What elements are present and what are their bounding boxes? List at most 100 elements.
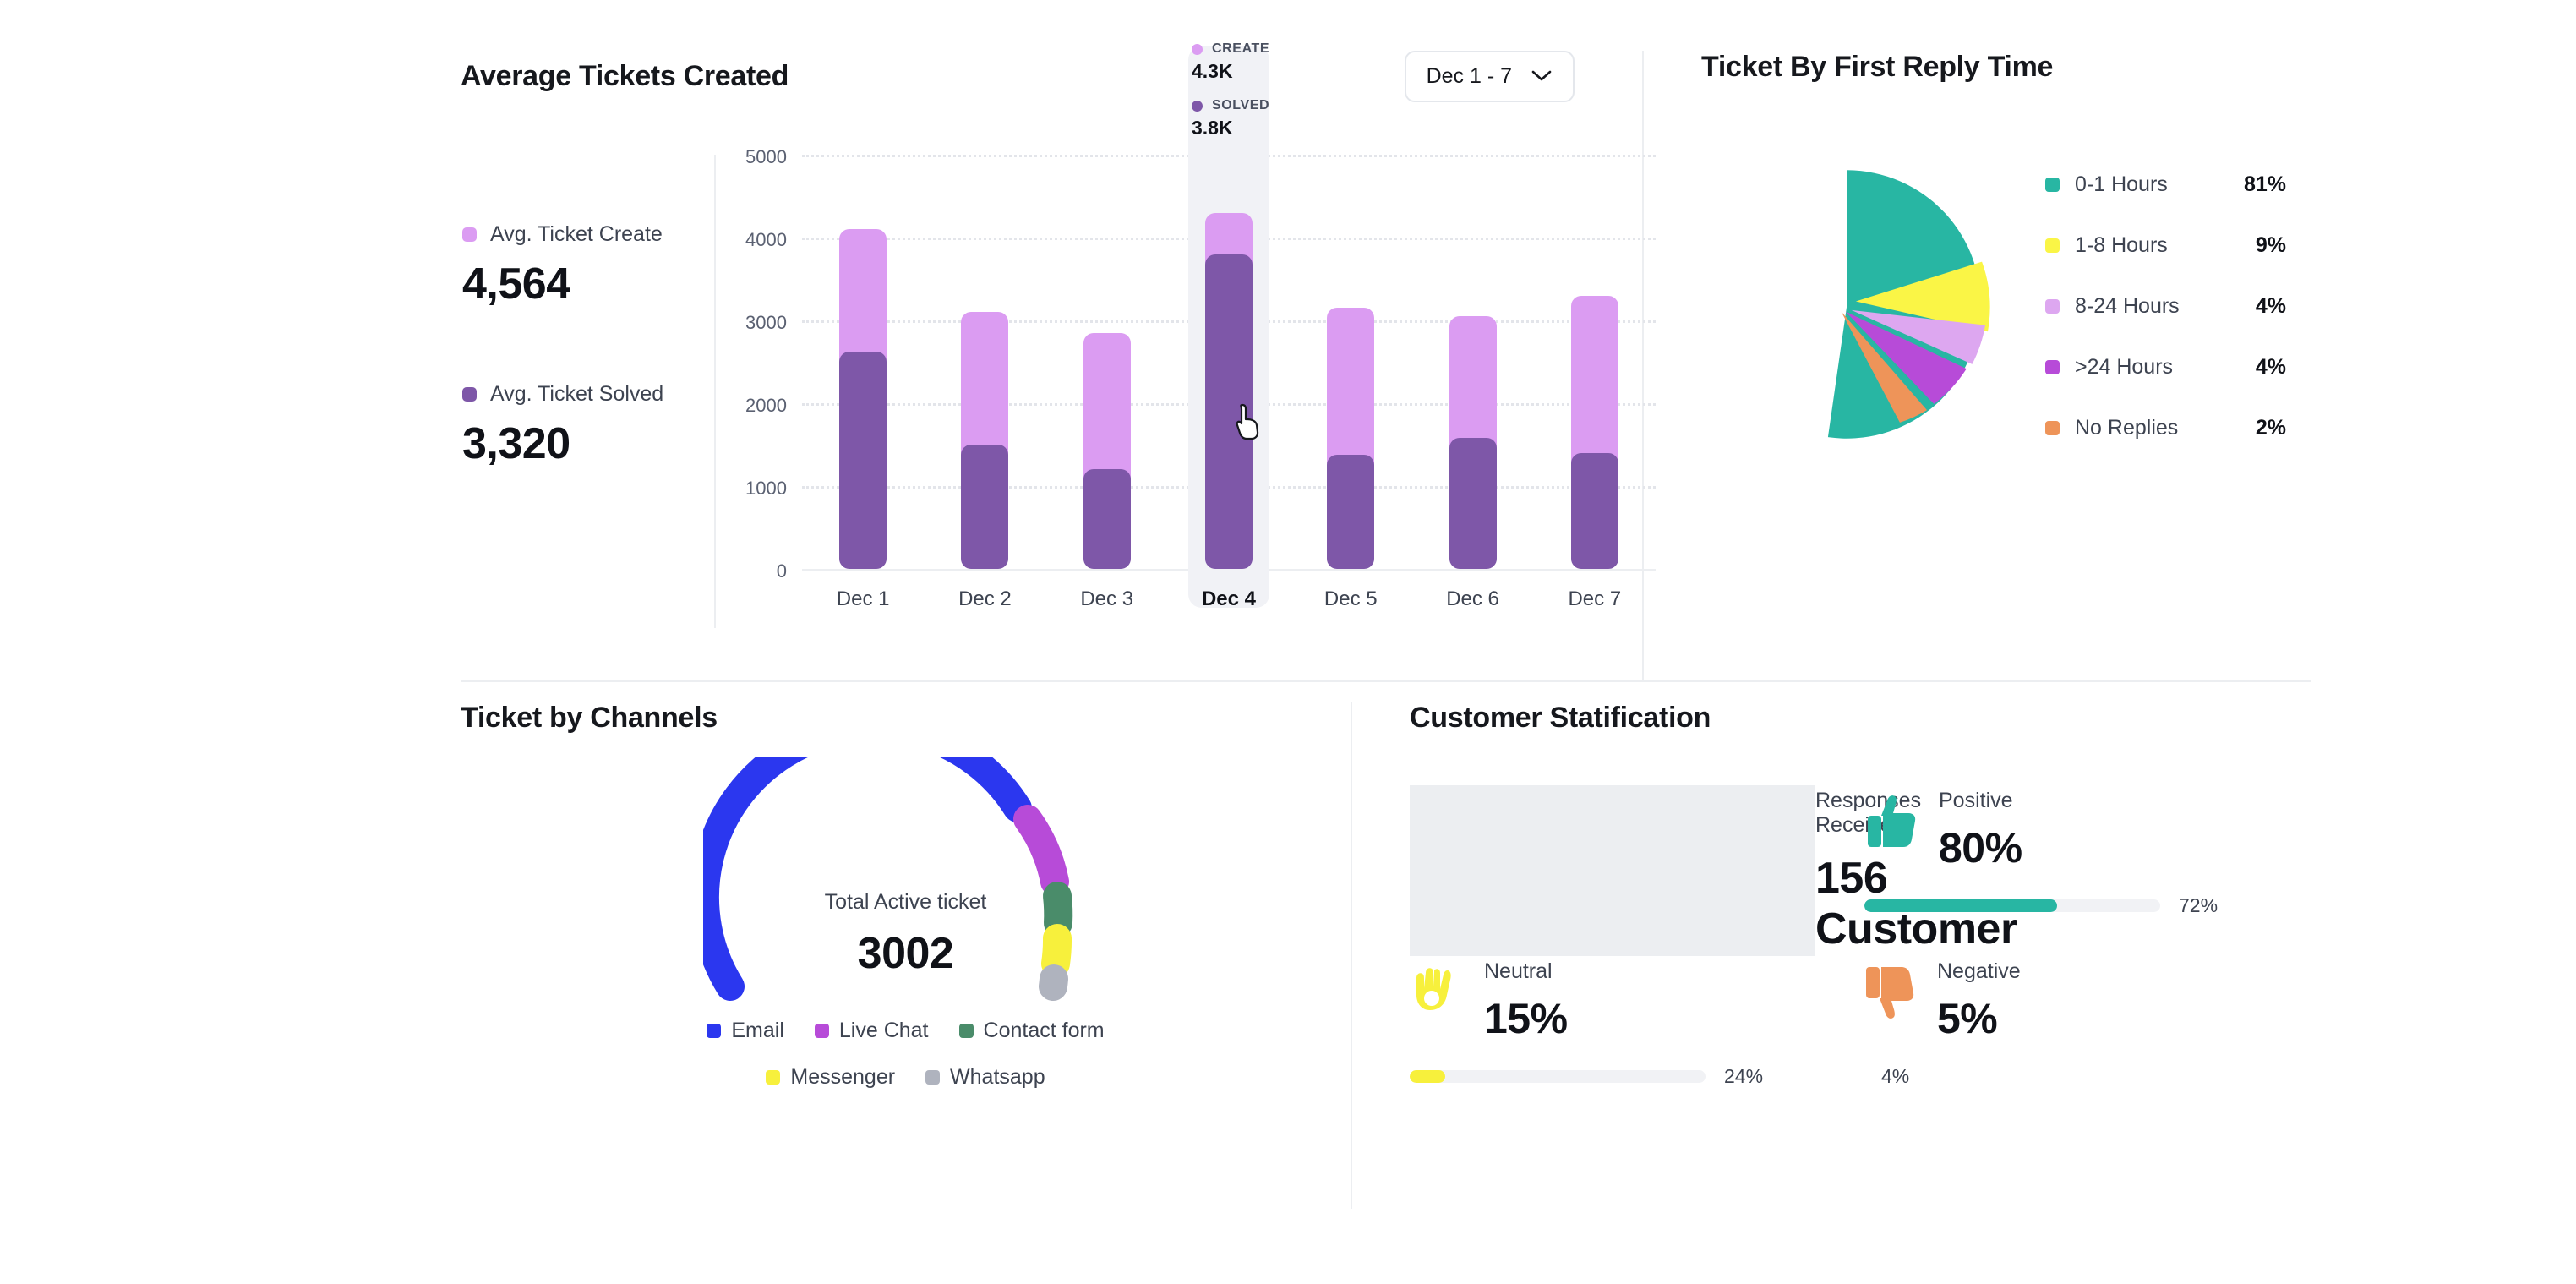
bar-solved-dec-3	[1083, 469, 1131, 569]
legend-row-1-8-hours[interactable]: 1-8 Hours 9%	[2045, 233, 2286, 258]
legend-item-solved: Avg. Ticket Solved 3,320	[462, 382, 714, 469]
bar-tooltip-dec-4: CREATE 4.3K SOLVED 3.8K	[1188, 38, 1269, 148]
legend-swatch-messenger-icon	[766, 1070, 781, 1085]
bar-solved-dec-1	[839, 351, 887, 569]
sentiment-fill-positive	[1864, 899, 2057, 912]
top-row: Average Tickets Created Dec 1 - 7 Avg. T…	[461, 41, 2311, 680]
legend-value-over-24-hours: 4%	[2255, 354, 2286, 379]
legend-item-create: Avg. Ticket Create 4,564	[462, 222, 714, 309]
legend-item-live-chat[interactable]: Live Chat	[814, 1019, 929, 1043]
legend-label-over-24-hours: >24 Hours	[2075, 354, 2174, 379]
satisfaction-vertical-divider	[1410, 785, 1815, 956]
bar-solved-dec-2	[961, 444, 1009, 569]
legend-value-no-replies: 2%	[2255, 415, 2286, 440]
xlabel-dec-1: Dec 1	[836, 587, 890, 610]
legend-row-0-1-hours[interactable]: 0-1 Hours 81%	[2045, 172, 2286, 197]
legend-item-messenger[interactable]: Messenger	[766, 1065, 895, 1090]
sentiment-track-positive	[1864, 899, 2160, 912]
gauge-segment-whatsapp[interactable]	[1038, 964, 1068, 1001]
tooltip-key-solved: SOLVED	[1211, 98, 1270, 112]
sentiment-track-neutral	[1410, 1070, 1706, 1083]
legend-label-0-1-hours: 0-1 Hours	[2075, 172, 2168, 196]
ytick-1000: 1000	[745, 478, 787, 499]
bar-column-dec-3[interactable]	[1046, 155, 1168, 569]
bar-create-dec-5	[1327, 308, 1375, 465]
legend-label-solved: Avg. Ticket Solved	[490, 382, 664, 406]
tickets-created-body: Avg. Ticket Create 4,564 Avg. Ticket Sol…	[461, 41, 1656, 628]
reply-time-title: Ticket By First Reply Time	[1701, 51, 2054, 83]
panel-ticket-by-first-reply-time: Ticket By First Reply Time 0-1 Hours 81%…	[1644, 51, 2311, 680]
legend-row-8-24-hours[interactable]: 8-24 Hours 4%	[2045, 294, 2286, 319]
sentiment-positive-block: Positive 80% 72%	[1817, 785, 2263, 954]
tooltip-value-solved: 3.8K	[1191, 117, 1233, 139]
legend-label-1-8-hours: 1-8 Hours	[2075, 232, 2168, 257]
bar-column-dec-2[interactable]	[924, 155, 1045, 569]
legend-label-create: Avg. Ticket Create	[490, 222, 663, 246]
satisfaction-grid: Responses Received 156 Customer Positive…	[1410, 785, 2263, 1088]
ytick-4000: 4000	[745, 229, 787, 250]
sentiment-percent-neutral: 15%	[1484, 995, 1568, 1042]
tickets-created-header: Average Tickets Created Dec 1 - 7	[461, 51, 1642, 102]
panel-ticket-by-channels: Ticket by Channels Total Active ticket 3…	[461, 702, 1352, 1209]
legend-row-over-24-hours[interactable]: >24 Hours 4%	[2045, 355, 2286, 380]
legend-swatch-no-replies-icon	[2045, 420, 2060, 435]
legend-swatch-8-24-hours-icon	[2045, 298, 2060, 314]
bar-columns: CREATE 4.3K SOLVED 3.8K	[802, 41, 1656, 569]
gauge-total-value: 3002	[857, 929, 954, 978]
reply-time-body: 0-1 Hours 81% 1-8 Hours 9% 8-24 Hours 4%	[1701, 156, 2311, 452]
satisfaction-title: Customer Statification	[1410, 702, 1711, 734]
sentiment-label-negative: Negative	[1937, 959, 2021, 983]
ytick-5000: 5000	[745, 146, 787, 167]
channels-legend-row-2: Messenger Whatsapp	[461, 1065, 1351, 1090]
sentiment-negative-block: Negative 5% 4%	[1815, 956, 2021, 1088]
sentiment-label-neutral: Neutral	[1484, 959, 1553, 983]
xlabel-dec-2: Dec 2	[958, 587, 1012, 610]
tickets-created-legend: Avg. Ticket Create 4,564 Avg. Ticket Sol…	[461, 155, 714, 628]
bar-column-dec-5[interactable]	[1290, 155, 1411, 569]
legend-swatch-0-1-hours-icon	[2045, 177, 2060, 192]
legend-item-contact-form[interactable]: Contact form	[958, 1019, 1105, 1043]
panel-average-tickets-created: Average Tickets Created Dec 1 - 7 Avg. T…	[461, 41, 1656, 680]
legend-row-no-replies[interactable]: No Replies 2%	[2045, 416, 2286, 440]
bar-column-dec-6[interactable]	[1411, 155, 1533, 569]
sentiment-neutral-block: Neutral 15% 24%	[1410, 956, 1815, 1088]
bar-chart-plot-area: 5000 4000 3000 2000 1000 0 CREATE 4.3K S…	[745, 41, 1656, 610]
tooltip-key-create: CREATE	[1211, 41, 1270, 56]
channels-title: Ticket by Channels	[461, 702, 718, 734]
legend-swatch-email-icon	[707, 1024, 722, 1038]
legend-label-live-chat: Live Chat	[838, 1019, 929, 1042]
gauge-center-labels: Total Active ticket 3002	[703, 890, 1109, 979]
ok-hand-icon	[1410, 961, 1467, 1024]
legend-value-solved: 3,320	[462, 419, 570, 468]
reply-time-pie-chart	[1701, 156, 1993, 452]
tooltip-swatch-solved-icon	[1191, 100, 1203, 112]
bar-column-dec-1[interactable]	[802, 155, 924, 569]
xlabel-dec-3: Dec 3	[1080, 587, 1134, 610]
tickets-created-title: Average Tickets Created	[461, 60, 789, 92]
tooltip-value-create: 4.3K	[1191, 60, 1233, 82]
gauge-segment-live-chat[interactable]	[1012, 805, 1069, 896]
tooltip-swatch-create-icon	[1191, 43, 1203, 55]
legend-value-8-24-hours: 4%	[2255, 293, 2286, 318]
xlabel-dec-4: Dec 4	[1201, 587, 1256, 610]
bar-create-dec-2	[961, 312, 1009, 455]
legend-label-email: Email	[731, 1019, 784, 1042]
channels-legend-row-1: Email Live Chat Contact form	[461, 1019, 1351, 1043]
legend-value-create: 4,564	[462, 260, 570, 309]
legend-item-email[interactable]: Email	[707, 1019, 784, 1043]
sentiment-fill-neutral	[1410, 1070, 1445, 1083]
bar-solved-dec-5	[1327, 454, 1375, 569]
xlabel-dec-7: Dec 7	[1568, 587, 1622, 610]
bottom-row: Ticket by Channels Total Active ticket 3…	[461, 702, 2311, 1209]
sentiment-bar-row-positive: 72%	[1864, 894, 2263, 917]
date-range-dropdown[interactable]: Dec 1 - 7	[1404, 51, 1575, 102]
bar-column-dec-7[interactable]	[1534, 155, 1656, 569]
legend-swatch-contact-form-icon	[958, 1024, 974, 1038]
channels-legend: Email Live Chat Contact form Messenger W…	[461, 1019, 1351, 1090]
bar-column-dec-4[interactable]: CREATE 4.3K SOLVED 3.8K	[1168, 41, 1290, 569]
legend-item-whatsapp[interactable]: Whatsapp	[925, 1065, 1045, 1090]
section-divider	[461, 680, 2311, 682]
bar-create-dec-7	[1570, 295, 1618, 463]
legend-swatch-over-24-hours-icon	[2045, 359, 2060, 374]
bar-create-dec-1	[839, 229, 887, 362]
